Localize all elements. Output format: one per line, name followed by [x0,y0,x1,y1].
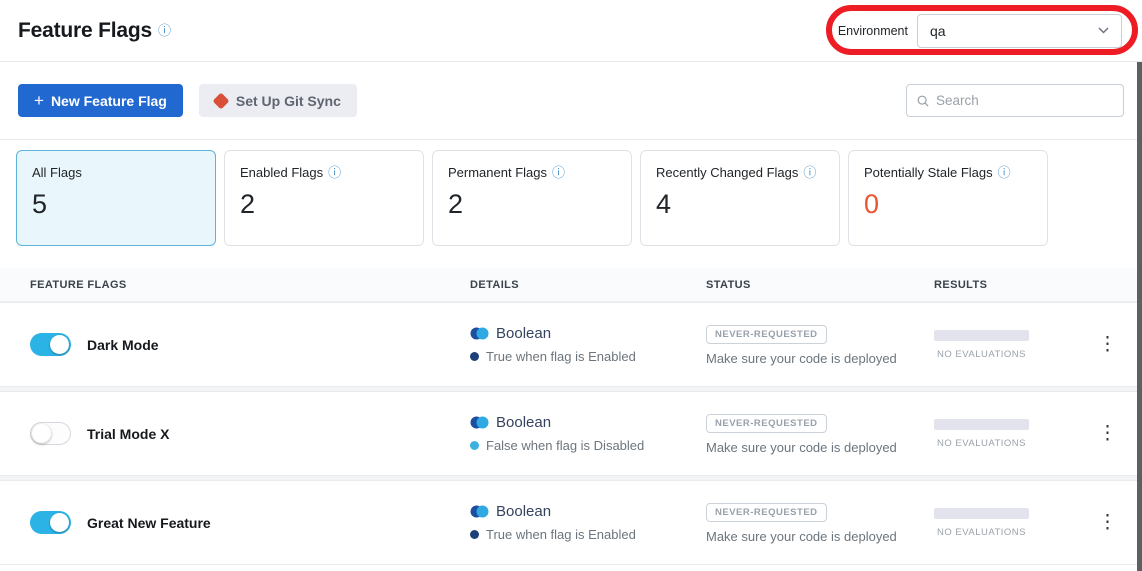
plus-icon: + [34,92,44,109]
stat-card-count: 5 [32,189,200,220]
table-row[interactable]: Dark Mode Boolean True when flag is Enab… [0,302,1142,387]
vertical-scrollbar[interactable] [1137,62,1142,571]
feature-flags-page: Feature Flags ⓘ Environment qa + New Fea… [0,0,1142,571]
environment-select[interactable]: qa [917,14,1122,48]
results-bar [934,508,1029,519]
results-bar [934,419,1029,430]
stat-card-count: 2 [240,189,408,220]
stat-cards: All Flags 5 Enabled Flags ⓘ 2 Permanent F… [0,140,1142,246]
flag-toggle[interactable] [30,422,71,445]
toolbar: + New Feature Flag Set Up Git Sync [0,62,1142,140]
status-note: Make sure your code is deployed [706,440,934,455]
column-header-feature-flags: FEATURE FLAGS [0,279,470,291]
status-note: Make sure your code is deployed [706,351,934,366]
rule-dot-icon [470,441,479,450]
rule-dot-icon [470,352,479,361]
info-icon[interactable]: ⓘ [328,166,341,179]
flag-name-link[interactable]: Great New Feature [87,515,211,531]
row-menu-kebab-icon[interactable]: ⋮ [1094,334,1117,355]
rule-dot-icon [470,530,479,539]
info-icon[interactable]: ⓘ [158,24,171,37]
git-icon [212,92,229,109]
title-wrap: Feature Flags ⓘ [18,19,171,43]
environment-picker: Environment qa [838,14,1122,48]
column-header-results: RESULTS [934,279,1094,291]
results-note: NO EVALUATIONS [934,349,1029,360]
stat-card-count: 2 [448,189,616,220]
chevron-down-icon [1098,27,1109,34]
results-bar [934,330,1029,341]
stat-card-label: Enabled Flags [240,165,323,180]
flag-name-link[interactable]: Trial Mode X [87,426,169,442]
stat-card-recently-changed-flags[interactable]: Recently Changed Flags ⓘ 4 [640,150,840,246]
flag-value-type: Boolean [496,503,551,520]
flag-value-type: Boolean [496,414,551,431]
status-note: Make sure your code is deployed [706,529,934,544]
git-sync-button[interactable]: Set Up Git Sync [199,84,357,117]
environment-label: Environment [838,24,908,38]
search-input[interactable] [936,93,1113,108]
boolean-type-icon [470,416,489,429]
row-menu-kebab-icon[interactable]: ⋮ [1094,423,1117,444]
info-icon[interactable]: ⓘ [803,166,816,179]
stat-card-potentially-stale-flags[interactable]: Potentially Stale Flags ⓘ 0 [848,150,1048,246]
stat-card-all-flags[interactable]: All Flags 5 [16,150,216,246]
status-badge: NEVER-REQUESTED [706,414,827,433]
environment-value: qa [930,23,946,39]
stat-card-permanent-flags[interactable]: Permanent Flags ⓘ 2 [432,150,632,246]
new-feature-flag-label: New Feature Flag [51,93,167,109]
info-icon[interactable]: ⓘ [552,166,565,179]
search-box[interactable] [906,84,1124,117]
topbar: Feature Flags ⓘ Environment qa [0,0,1142,62]
boolean-type-icon [470,505,489,518]
results-note: NO EVALUATIONS [934,527,1029,538]
page-title: Feature Flags [18,19,152,43]
git-sync-label: Set Up Git Sync [236,93,341,109]
flag-default-rule: False when flag is Disabled [486,438,644,453]
stat-card-label: Recently Changed Flags [656,165,798,180]
search-icon [917,94,929,108]
column-header-status: STATUS [706,279,934,291]
row-menu-kebab-icon[interactable]: ⋮ [1094,512,1117,533]
table-header: FEATURE FLAGS DETAILS STATUS RESULTS [0,268,1142,302]
table-row[interactable]: Trial Mode X Boolean False when flag is … [0,391,1142,476]
status-badge: NEVER-REQUESTED [706,325,827,344]
flag-value-type: Boolean [496,325,551,342]
flag-toggle[interactable] [30,511,71,534]
column-header-details: DETAILS [470,279,706,291]
flag-name-link[interactable]: Dark Mode [87,337,159,353]
boolean-type-icon [470,327,489,340]
results-note: NO EVALUATIONS [934,438,1029,449]
stat-card-count: 0 [864,189,1032,220]
flag-default-rule: True when flag is Enabled [486,527,636,542]
stat-card-count: 4 [656,189,824,220]
stat-card-enabled-flags[interactable]: Enabled Flags ⓘ 2 [224,150,424,246]
stat-card-label: Permanent Flags [448,165,547,180]
status-badge: NEVER-REQUESTED [706,503,827,522]
flag-toggle[interactable] [30,333,71,356]
flags-table: FEATURE FLAGS DETAILS STATUS RESULTS Dar… [0,268,1142,565]
new-feature-flag-button[interactable]: + New Feature Flag [18,84,183,117]
flag-default-rule: True when flag is Enabled [486,349,636,364]
info-icon[interactable]: ⓘ [998,166,1011,179]
table-row[interactable]: Great New Feature Boolean True when flag… [0,480,1142,565]
stat-card-label: All Flags [32,165,82,180]
stat-card-label: Potentially Stale Flags [864,165,993,180]
